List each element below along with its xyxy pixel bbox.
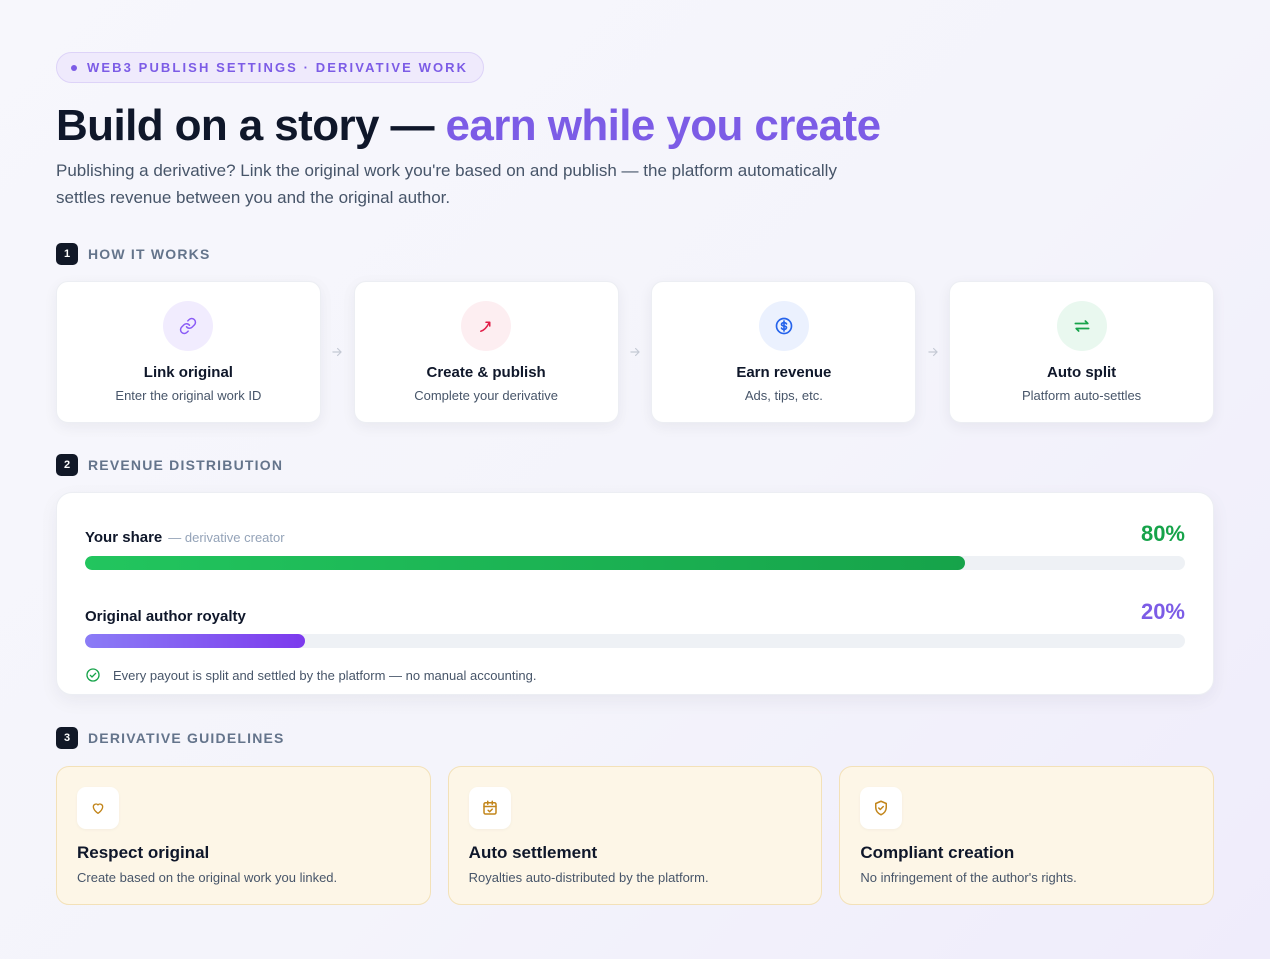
- royalty-row: Original author royalty 20%: [85, 599, 1185, 625]
- your-share-sub: — derivative creator: [168, 530, 285, 545]
- guideline-title: Auto settlement: [468, 843, 598, 862]
- heart-icon: [77, 787, 119, 829]
- section-how-it-works: 1 HOW IT WORKS: [56, 243, 1214, 265]
- guideline-subtitle: Royalties auto-distributed by the platfo…: [468, 870, 709, 885]
- settlement-note-text: Every payout is split and settled by the…: [113, 667, 537, 683]
- page-title: Build on a story — earn while you create: [56, 100, 1214, 152]
- royalty-percent: 20%: [1140, 599, 1185, 624]
- page-container: WEB3 PUBLISH SETTINGS · DERIVATIVE WORK …: [56, 52, 1215, 905]
- royalty-bar: [85, 634, 1185, 648]
- settlement-note: Every payout is split and settled by the…: [85, 667, 1185, 683]
- page-lead: Publishing a derivative? Link the origin…: [56, 161, 837, 207]
- section-revenue-distribution: 2 REVENUE DISTRIBUTION: [56, 454, 1214, 476]
- step-title: Auto split: [1047, 364, 1117, 381]
- your-share-bar: [85, 556, 1185, 570]
- title-main: Build on a story —: [56, 101, 446, 150]
- guideline-title: Respect original: [77, 843, 210, 862]
- steps-row: Link original Enter the original work ID…: [56, 281, 1214, 423]
- guideline-card-compliant: Compliant creation No infringement of th…: [839, 766, 1215, 905]
- swap-arrows-icon: [1056, 301, 1107, 351]
- section-title: HOW IT WORKS: [88, 246, 211, 262]
- revenue-card: Your share — derivative creator 80% Origi…: [56, 492, 1214, 695]
- royalty-label: Original author royalty: [85, 608, 246, 625]
- step-title: Earn revenue: [736, 364, 832, 381]
- arrow-right-icon: [321, 345, 354, 359]
- step-title: Link original: [143, 364, 233, 381]
- step-subtitle: Complete your derivative: [414, 388, 559, 403]
- step-subtitle: Platform auto-settles: [1021, 388, 1142, 403]
- title-accent: earn while you create: [445, 101, 882, 150]
- link-icon: [163, 301, 214, 351]
- guideline-title: Compliant creation: [860, 843, 1015, 862]
- check-circle-icon: [86, 668, 100, 682]
- step-auto-split: Auto split Platform auto-settles: [949, 281, 1214, 423]
- guideline-subtitle: Create based on the original work you li…: [77, 870, 338, 885]
- your-share-row: Your share — derivative creator 80%: [85, 521, 1185, 547]
- your-share-percent: 80%: [1140, 521, 1185, 546]
- your-share-bar-fill: [85, 556, 965, 570]
- shield-check-icon: [860, 787, 903, 829]
- section-title: REVENUE DISTRIBUTION: [88, 457, 284, 473]
- your-share-label: Your share: [85, 529, 163, 546]
- step-link-original: Link original Enter the original work ID: [56, 281, 321, 423]
- section-guidelines: 3 DERIVATIVE GUIDELINES: [56, 727, 1214, 749]
- step-create-publish: Create & publish Complete your derivativ…: [353, 281, 619, 423]
- step-subtitle: Enter the original work ID: [115, 388, 262, 403]
- section-number: 2: [56, 454, 78, 476]
- step-subtitle: Ads, tips, etc.: [744, 388, 823, 403]
- pen-icon: [461, 301, 512, 351]
- guideline-subtitle: No infringement of the author's rights.: [860, 870, 1077, 885]
- arrow-right-icon: [619, 345, 652, 359]
- step-earn-revenue: Earn revenue Ads, tips, etc.: [651, 281, 917, 423]
- guideline-card-settlement: Auto settlement Royalties auto-distribut…: [447, 766, 823, 905]
- guideline-cards: Respect original Create based on the ori…: [56, 766, 1215, 905]
- context-badge: WEB3 PUBLISH SETTINGS · DERIVATIVE WORK: [56, 52, 485, 83]
- arrow-right-icon: [916, 345, 949, 359]
- dollar-coin-icon: [758, 301, 809, 351]
- royalty-bar-fill: [85, 634, 305, 648]
- step-title: Create & publish: [426, 364, 546, 381]
- section-number: 1: [56, 243, 78, 265]
- badge-text: WEB3 PUBLISH SETTINGS · DERIVATIVE WORK: [87, 60, 469, 75]
- section-number: 3: [56, 727, 78, 749]
- calendar-check-icon: [468, 787, 511, 829]
- badge-dot: [71, 64, 77, 71]
- section-title: DERIVATIVE GUIDELINES: [88, 730, 285, 746]
- guideline-card-respect: Respect original Create based on the ori…: [56, 766, 431, 905]
